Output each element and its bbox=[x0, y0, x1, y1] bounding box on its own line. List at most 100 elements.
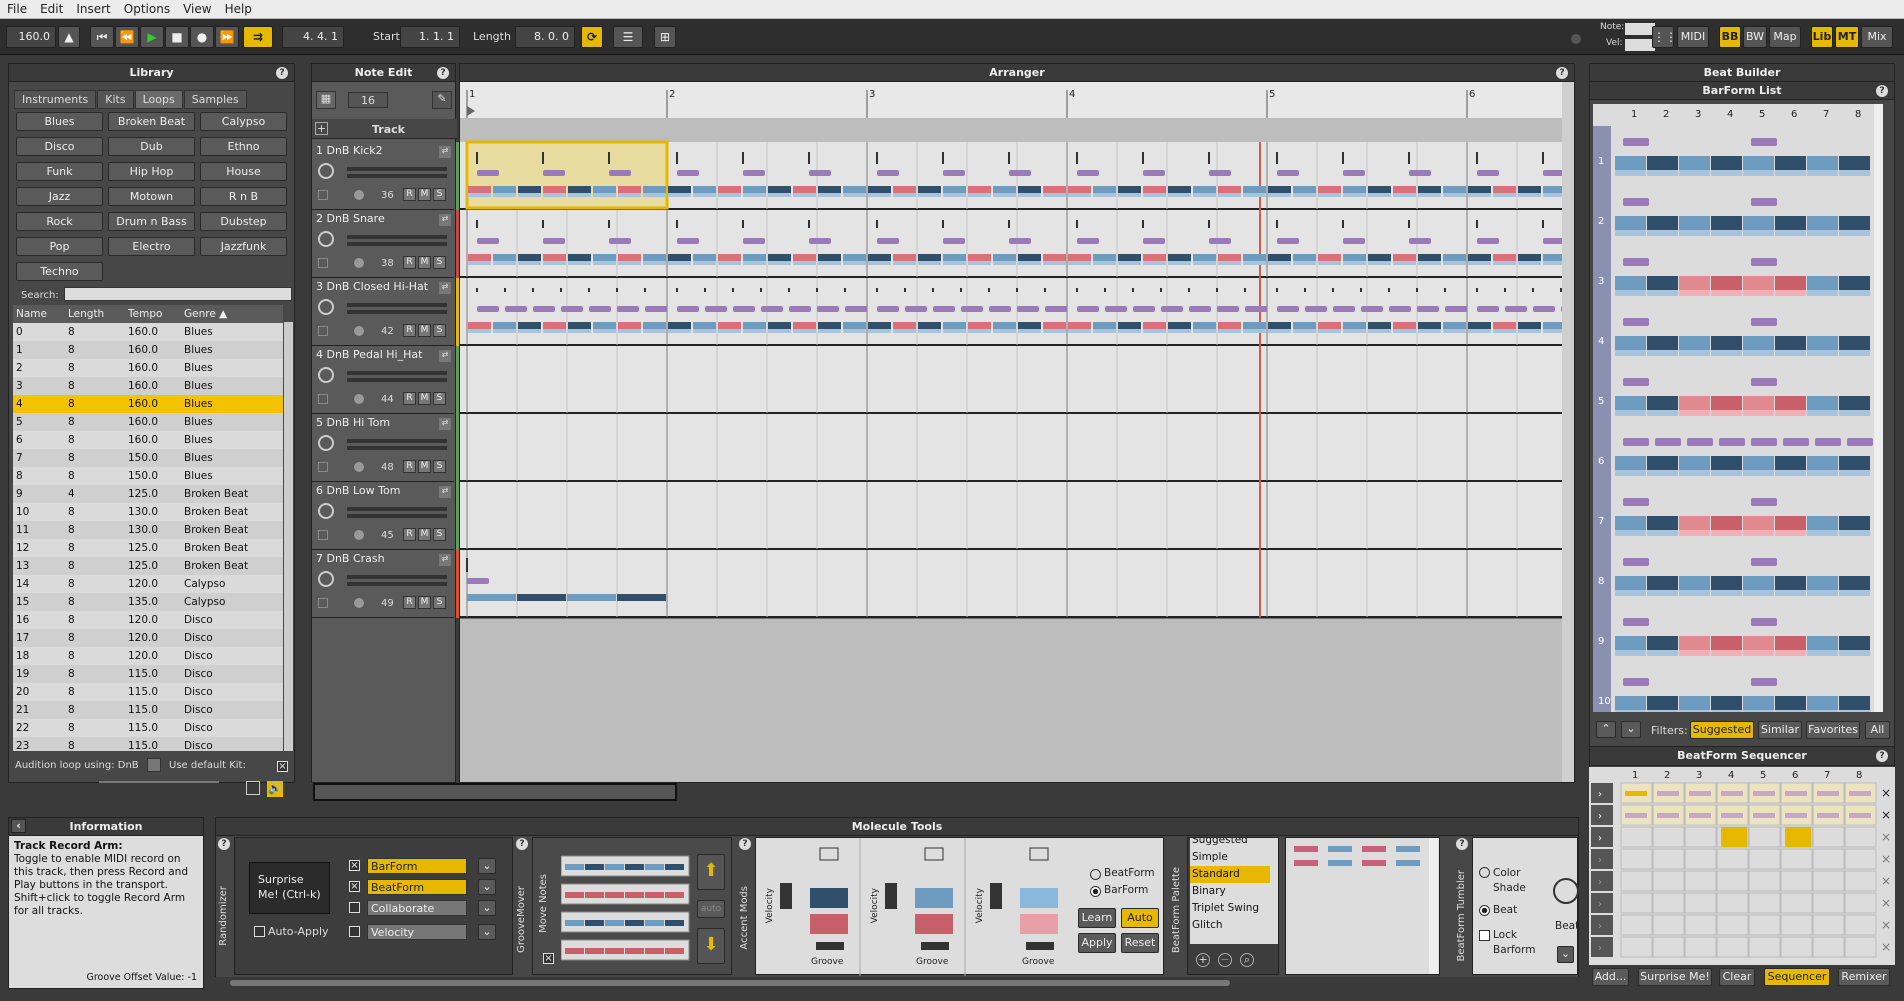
genre-button[interactable]: Electro bbox=[108, 237, 195, 256]
beatform-sequencer[interactable]: 1 2 3 4 5 6 7 8 › × › × › × › × › × › × › × › × bbox=[1589, 767, 1895, 965]
stop-preview-icon[interactable] bbox=[246, 781, 260, 795]
palette-item[interactable]: Binary bbox=[1190, 883, 1270, 900]
volume-slider[interactable] bbox=[347, 507, 447, 511]
track-grip-icon[interactable] bbox=[318, 598, 328, 608]
volume-slider[interactable] bbox=[347, 303, 447, 307]
genre-button[interactable]: Drum n Bass bbox=[108, 212, 195, 231]
genre-button[interactable]: Broken Beat bbox=[108, 112, 195, 131]
genre-button[interactable]: Dub bbox=[108, 137, 195, 156]
col-length[interactable]: Length bbox=[65, 305, 125, 323]
help-icon[interactable]: ? bbox=[276, 67, 288, 79]
record-arm-icon[interactable] bbox=[354, 530, 364, 540]
tab-kits[interactable]: Kits bbox=[97, 90, 134, 109]
scrollbar[interactable] bbox=[1429, 838, 1438, 974]
search-input[interactable] bbox=[64, 287, 292, 301]
solo-button[interactable]: S bbox=[433, 460, 446, 473]
table-row[interactable]: 9 4 125.0 Broken Beat bbox=[13, 485, 283, 503]
arranger-grid[interactable]: 1 2 3 4 5 6 bbox=[460, 82, 1574, 782]
mute-button[interactable]: M bbox=[418, 256, 431, 269]
track-grip-icon[interactable] bbox=[318, 190, 328, 200]
genre-button[interactable]: Hip Hop bbox=[108, 162, 195, 181]
audition-dropdown[interactable] bbox=[147, 758, 161, 772]
record-button[interactable]: R bbox=[403, 460, 416, 473]
tab-instruments[interactable]: Instruments bbox=[14, 90, 97, 109]
table-row[interactable]: 11 8 130.0 Broken Beat bbox=[13, 521, 283, 539]
chevron-down-icon[interactable]: ⌄ bbox=[478, 900, 496, 916]
palette-preview[interactable] bbox=[1286, 838, 1436, 878]
track-row[interactable]: 6 DnB Low Tom ⇄ 45 R M S bbox=[312, 482, 460, 550]
chevron-down-icon[interactable]: ⌄ bbox=[478, 879, 496, 895]
bw-toggle[interactable]: BW bbox=[1743, 26, 1767, 48]
record-arm-icon[interactable] bbox=[354, 598, 364, 608]
remove-icon[interactable]: − bbox=[1218, 953, 1232, 967]
pan-knob[interactable] bbox=[318, 299, 334, 315]
palette-list[interactable]: Suggested Simple Standard Binary Triplet Swi… bbox=[1190, 838, 1270, 944]
record-arm-icon[interactable] bbox=[354, 326, 364, 336]
move-down-icon[interactable]: ⬇ bbox=[697, 928, 725, 964]
track-options-icon[interactable]: ⇄ bbox=[439, 146, 451, 158]
genre-button[interactable]: R n B bbox=[200, 187, 287, 206]
surprise-me-button[interactable]: Surprise Me! bbox=[1638, 968, 1712, 986]
genre-button[interactable]: Jazz bbox=[16, 187, 103, 206]
velocity-checkbox[interactable] bbox=[349, 926, 360, 937]
palette-item[interactable]: Simple bbox=[1190, 849, 1270, 866]
filter-all[interactable]: All bbox=[1865, 721, 1890, 739]
table-row[interactable]: 22 8 115.0 Disco bbox=[13, 719, 283, 737]
loop-mode-icon[interactable]: ⇉ bbox=[243, 26, 273, 48]
track-row[interactable]: 2 DnB Snare ⇄ 38 R M S bbox=[312, 210, 460, 278]
table-row[interactable]: 20 8 115.0 Disco bbox=[13, 683, 283, 701]
down-arrow-icon[interactable]: ⌄ bbox=[1621, 721, 1641, 738]
track-row[interactable]: 5 DnB Hi Tom ⇄ 48 R M S bbox=[312, 414, 460, 482]
pan-knob[interactable] bbox=[318, 435, 334, 451]
add-icon[interactable]: + bbox=[1196, 953, 1210, 967]
tab-loops[interactable]: Loops bbox=[134, 90, 183, 109]
table-row[interactable]: 17 8 120.0 Disco bbox=[13, 629, 283, 647]
genre-button[interactable]: Motown bbox=[108, 187, 195, 206]
piano-icon[interactable]: ⋮⋮ bbox=[1652, 26, 1677, 48]
genre-button[interactable]: Pop bbox=[16, 237, 103, 256]
auto-move-button[interactable]: auto bbox=[697, 900, 725, 918]
track-row[interactable]: 7 DnB Crash ⇄ 49 R M S bbox=[312, 550, 460, 618]
fast-forward-icon[interactable]: ⏩ bbox=[215, 26, 239, 48]
volume-slider[interactable] bbox=[347, 439, 447, 443]
volume-slider[interactable] bbox=[347, 371, 447, 375]
record-button[interactable]: R bbox=[403, 596, 416, 609]
table-row[interactable]: 10 8 130.0 Broken Beat bbox=[13, 503, 283, 521]
volume-slider[interactable] bbox=[99, 781, 219, 783]
track-row[interactable]: 4 DnB Pedal Hi_Hat ⇄ 44 R M S bbox=[312, 346, 460, 414]
palette-item[interactable]: Glitch bbox=[1190, 917, 1270, 934]
solo-button[interactable]: S bbox=[433, 324, 446, 337]
track-options-icon[interactable]: ⇄ bbox=[439, 282, 451, 294]
genre-button[interactable]: Ethno bbox=[200, 137, 287, 156]
track-grip-icon[interactable] bbox=[318, 258, 328, 268]
track-grip-icon[interactable] bbox=[318, 326, 328, 336]
apply-button[interactable]: Apply bbox=[1078, 933, 1116, 953]
menu-file[interactable]: File bbox=[0, 0, 33, 16]
collaborate-option[interactable]: Collaborate bbox=[367, 900, 467, 916]
genre-button[interactable]: House bbox=[200, 162, 287, 181]
volume-slider[interactable] bbox=[347, 575, 447, 579]
record-button[interactable]: R bbox=[403, 528, 416, 541]
genre-button[interactable]: Funk bbox=[16, 162, 103, 181]
genre-button[interactable]: Calypso bbox=[200, 112, 287, 131]
help-icon[interactable]: ? bbox=[739, 838, 751, 850]
menu-help[interactable]: Help bbox=[218, 0, 258, 16]
help-icon[interactable]: ? bbox=[437, 67, 449, 79]
menu-view[interactable]: View bbox=[176, 0, 217, 16]
record-arm-icon[interactable] bbox=[354, 462, 364, 472]
mt-toggle[interactable]: MT bbox=[1835, 26, 1859, 48]
genre-button[interactable]: Dubstep bbox=[200, 212, 287, 231]
track-grip-icon[interactable] bbox=[318, 394, 328, 404]
table-row[interactable]: 5 8 160.0 Blues bbox=[13, 413, 283, 431]
rewind-start-icon[interactable]: ⏮ bbox=[90, 26, 114, 48]
speaker-icon[interactable]: 🔊 bbox=[267, 781, 283, 797]
tab-samples[interactable]: Samples bbox=[183, 90, 247, 109]
pan-knob[interactable] bbox=[318, 503, 334, 519]
beatform-option[interactable]: BeatForm bbox=[367, 879, 467, 895]
help-icon[interactable]: ? bbox=[218, 838, 230, 850]
pan-knob[interactable] bbox=[318, 367, 334, 383]
mute-button[interactable]: M bbox=[418, 528, 431, 541]
tempo-field[interactable]: 160.0 bbox=[6, 26, 56, 48]
chevron-down-icon[interactable]: ⌄ bbox=[478, 858, 496, 874]
table-row[interactable]: 15 8 135.0 Calypso bbox=[13, 593, 283, 611]
